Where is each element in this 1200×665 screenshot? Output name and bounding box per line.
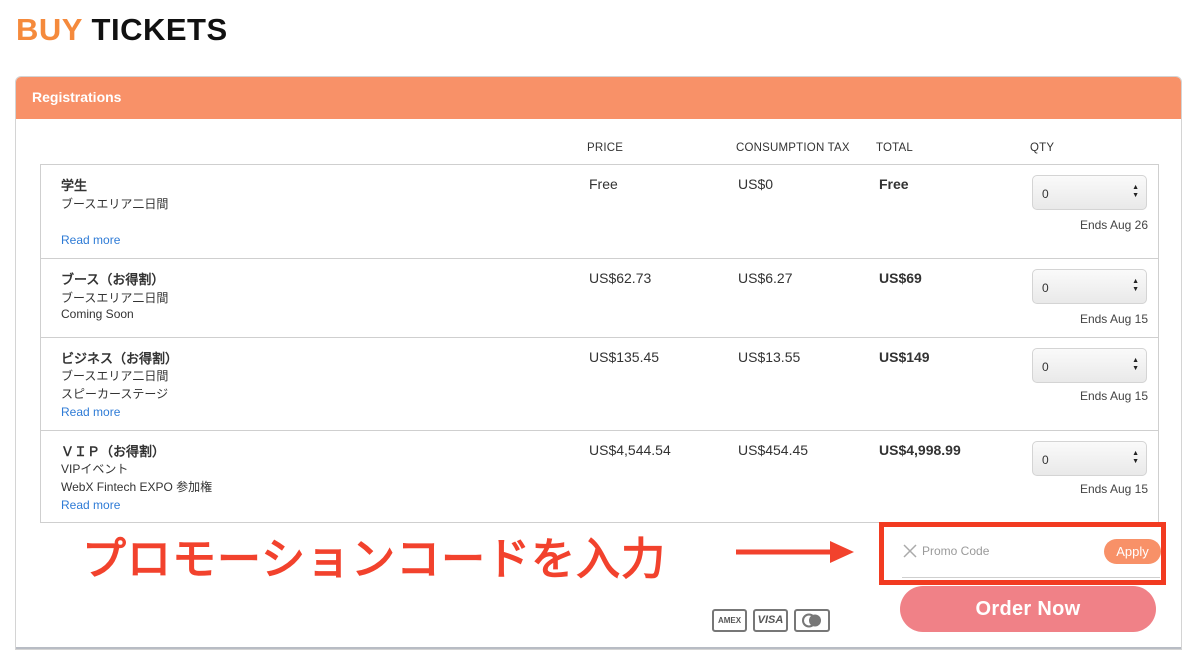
ticket-tax: US$6.27 <box>738 270 793 286</box>
ticket-tax: US$0 <box>738 176 774 192</box>
sale-ends-text: Ends Aug 15 <box>1079 389 1148 403</box>
promo-highlight-box: Apply <box>879 522 1166 585</box>
ticket-name: ビジネス（お得割） <box>61 351 179 366</box>
quantity-value: 0 <box>1042 453 1049 467</box>
select-arrows-icon: ▲ ▼ <box>1132 278 1139 293</box>
page-title-rest: TICKETS <box>91 12 228 47</box>
select-arrows-icon: ▲ ▼ <box>1132 184 1139 199</box>
quantity-value: 0 <box>1042 360 1049 374</box>
quantity-select[interactable]: 0 ▲ ▼ <box>1032 441 1147 476</box>
promo-code-input[interactable] <box>922 544 1082 558</box>
ticket-price: US$4,544.54 <box>589 442 671 458</box>
ticket-total: US$149 <box>879 349 930 365</box>
ticket-total: Free <box>879 176 909 192</box>
ticket-price: US$62.73 <box>589 270 652 286</box>
quantity-value: 0 <box>1042 187 1049 201</box>
ticket-tax: US$454.45 <box>738 442 809 458</box>
ticket-price: Free <box>589 176 618 192</box>
column-header-price: PRICE <box>587 142 624 154</box>
close-icon[interactable] <box>902 543 918 559</box>
panel-header: Registrations <box>16 77 1181 119</box>
ticket-total: US$69 <box>879 270 922 286</box>
quantity-select[interactable]: 0 ▲ ▼ <box>1032 348 1147 383</box>
ticket-desc: ブースエリア二日間 <box>61 291 169 305</box>
ticket-table: 学生 ブースエリア二日間 Read more Free US$0 Free 0 … <box>40 164 1159 523</box>
ticket-desc: Coming Soon <box>61 307 134 321</box>
ticket-total: US$4,998.99 <box>879 442 961 458</box>
quantity-select[interactable]: 0 ▲ ▼ <box>1032 269 1147 304</box>
visa-icon: VISA <box>753 609 788 632</box>
ticket-desc: VIPイベント <box>61 462 129 476</box>
ticket-desc: ブースエリア二日間 <box>61 369 169 383</box>
read-more-link[interactable]: Read more <box>61 405 120 419</box>
read-more-link[interactable]: Read more <box>61 498 120 512</box>
select-arrows-icon: ▲ ▼ <box>1132 450 1139 465</box>
ticket-desc: ブースエリア二日間 <box>61 197 169 211</box>
ticket-row-business: ビジネス（お得割） ブースエリア二日間 スピーカーステージ Read more … <box>41 337 1158 430</box>
select-arrows-icon: ▲ ▼ <box>1132 357 1139 372</box>
arrow-right-icon <box>736 541 854 563</box>
column-header-tax: CONSUMPTION TAX <box>736 142 850 154</box>
promo-code-field: Apply <box>902 537 1161 578</box>
page-title-accent: BUY <box>16 12 83 47</box>
ticket-name: ブース（お得割） <box>61 272 165 287</box>
apply-button[interactable]: Apply <box>1104 539 1161 564</box>
ticket-row-vip: ＶＩＰ（お得割） VIPイベント WebX Fintech EXPO 参加権 R… <box>41 430 1158 523</box>
amex-icon: AMEX <box>712 609 747 632</box>
sale-ends-text: Ends Aug 15 <box>1079 482 1148 496</box>
mastercard-icon <box>794 609 830 632</box>
page-title: BUY TICKETS <box>16 12 228 48</box>
ticket-row-student: 学生 ブースエリア二日間 Read more Free US$0 Free 0 … <box>41 165 1158 258</box>
quantity-select[interactable]: 0 ▲ ▼ <box>1032 175 1147 210</box>
promo-annotation-text: プロモーションコードを入力 <box>82 535 667 584</box>
ticket-price: US$135.45 <box>589 349 660 365</box>
ticket-row-booth: ブース（お得割） ブースエリア二日間 Coming Soon US$62.73 … <box>41 258 1158 337</box>
ticket-name: 学生 <box>61 178 88 193</box>
read-more-link[interactable]: Read more <box>61 233 120 247</box>
ticket-name: ＶＩＰ（お得割） <box>61 444 166 459</box>
column-header-total: TOTAL <box>876 142 913 154</box>
sale-ends-text: Ends Aug 15 <box>1079 312 1148 326</box>
column-header-qty: QTY <box>1030 142 1055 154</box>
ticket-desc: スピーカーステージ <box>61 387 169 401</box>
order-now-button[interactable]: Order Now <box>900 586 1156 632</box>
sale-ends-text: Ends Aug 26 <box>1079 218 1148 232</box>
ticket-desc: WebX Fintech EXPO 参加権 <box>61 480 213 494</box>
ticket-tax: US$13.55 <box>738 349 801 365</box>
quantity-value: 0 <box>1042 281 1049 295</box>
